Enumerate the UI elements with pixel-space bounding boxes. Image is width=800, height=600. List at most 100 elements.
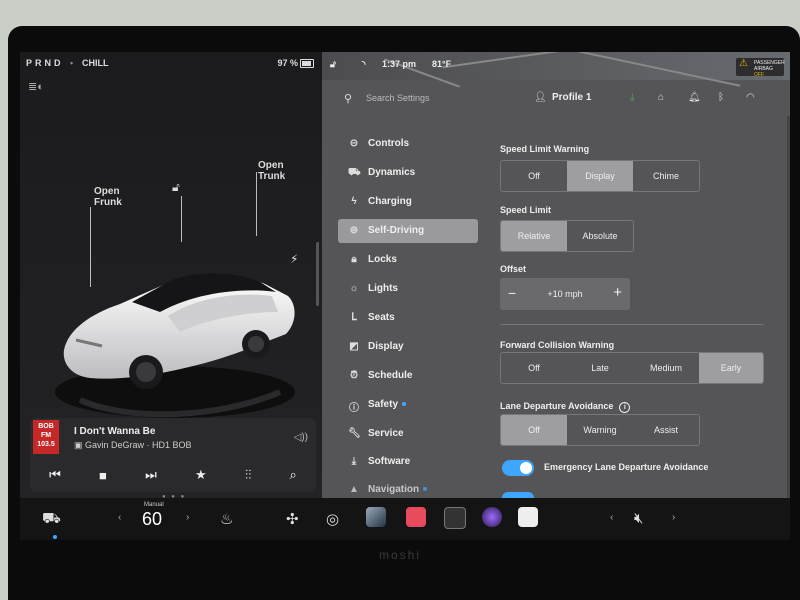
search-icon[interactable]: ⌕ [290,467,297,483]
lane-departure-selector: Off Warning Assist [500,414,700,446]
car-icon[interactable]: ⛟ [42,510,61,529]
clock-time: 1:37 pm [382,59,417,69]
gear-indicator: PRND [26,58,64,68]
offset-value: +10 mph [547,289,583,299]
temp-up-arrow[interactable]: › [186,512,189,523]
menu-item-display[interactable]: ◩ Display [338,335,478,359]
stop-icon[interactable]: ■ [99,468,107,483]
defrost-icon[interactable]: ◎ [326,510,339,528]
camera-app-icon[interactable] [482,507,502,527]
collision-off[interactable]: Off [501,353,567,383]
favorite-star-icon[interactable]: ★ [195,467,207,483]
drive-mode: CHILL [82,58,109,68]
info-icon: ⓘ [349,403,359,414]
speed-limit-absolute[interactable]: Absolute [567,221,633,251]
offset-label: Offset [500,264,527,274]
music-app-icon[interactable] [406,507,426,527]
menu-item-locks[interactable]: 🔒︎ Locks [338,248,478,272]
wifi-status-icon: ◝ [362,59,366,69]
menu-item-seats[interactable]: ᒪ Seats [338,306,478,330]
collision-early[interactable]: Early [699,353,763,383]
wifi-icon[interactable]: ◠ [746,92,755,103]
car-render [55,273,295,418]
lane-departure-off[interactable]: Off [501,415,567,445]
volume-up-arrow[interactable]: › [672,512,675,523]
navigation-label: Navigation [368,484,420,495]
battery-percent: 97 % [277,58,298,68]
open-frunk-button[interactable]: Open Frunk [94,186,122,208]
download-icon[interactable]: ⤓ [630,92,634,103]
lane-departure-warning[interactable]: Warning [567,415,633,445]
audio-output-icon[interactable]: ◁)) [294,432,308,443]
bell-icon[interactable]: 🔔︎ [688,92,701,103]
artist-text: Gavin DeGraw · HD1 BOB [85,440,192,450]
previous-track-icon[interactable]: ⏮︎ [49,467,61,483]
media-controls: ⏮︎ ■ ⏭︎ ★ ⫶⫶ ⌕ [30,462,316,488]
menu-item-self-driving[interactable]: ⊜ Self-Driving [338,219,478,243]
speed-warning-display[interactable]: Display [567,161,633,191]
speed-warning-chime[interactable]: Chime [633,161,699,191]
emergency-lane-toggle[interactable] [502,460,534,476]
settings-scrollbar[interactable] [787,116,790,498]
cabin-temperature[interactable]: 60 [142,509,162,530]
profile-button[interactable]: Profile 1 [552,92,591,103]
navigation-app-icon[interactable] [366,507,386,527]
next-track-icon[interactable]: ⏭︎ [145,467,157,483]
bluetooth-icon[interactable]: ᛒ [718,92,724,103]
vehicle-panel: PRND • CHILL 97 % ≣◐ Open Frunk Open Tru… [20,52,322,500]
menu-item-service[interactable]: 🔧︎ Service [338,422,478,446]
safety-label: Safety [368,399,399,410]
headlight-icon[interactable]: ≣◐ [28,80,44,93]
profile-icon[interactable]: 👤︎ [534,92,547,103]
song-title: I Don't Wanna Be [74,426,156,437]
download-icon: ⤓ [351,456,357,467]
seat-heater-icon[interactable]: ♨ [220,510,233,528]
separator-dot: • [70,58,74,68]
lane-departure-assist[interactable]: Assist [633,415,699,445]
panel-scroll-handle[interactable] [316,242,319,306]
menu-item-controls[interactable]: ⊝ Controls [338,132,478,156]
fan-icon[interactable]: ✣ [286,510,299,528]
speed-warning-off[interactable]: Off [501,161,567,191]
collision-late[interactable]: Late [567,353,633,383]
equalizer-icon[interactable]: ⫶⫶ [245,467,252,483]
seat-icon: ᒪ [351,312,357,323]
settings-header: ⚲ Search Settings 👤︎ Profile 1 ⤓ ⌂ 🔔︎ ᛒ … [322,80,790,116]
bolt-icon: ϟ [351,196,357,207]
offset-increase-button[interactable]: + [613,284,622,301]
info-icon[interactable]: i [619,402,631,413]
app-launcher-icon[interactable] [444,507,466,529]
speed-limit-warning-label: Speed Limit Warning [500,144,590,154]
unlock-icon[interactable]: 🔓︎ [172,180,180,195]
mute-icon[interactable]: 🔇︎ [634,510,643,527]
home-icon[interactable]: ⌂ [658,92,664,103]
menu-item-charging[interactable]: ϟ Charging [338,190,478,214]
outside-temperature: 81°F [432,59,452,69]
search-settings-input[interactable]: Search Settings [366,93,430,103]
volume-down-arrow[interactable]: ‹ [610,512,613,523]
battery-icon [300,59,314,68]
speed-limit-selector: Relative Absolute [500,220,634,252]
temp-down-arrow[interactable]: ‹ [118,512,121,523]
menu-item-lights[interactable]: ☼ Lights [338,277,478,301]
menu-item-safety[interactable]: ⓘ Safety [338,393,478,417]
calendar-app-icon[interactable] [518,507,538,527]
radio-icon: ▣ [74,440,86,450]
search-icon[interactable]: ⚲ [344,92,352,105]
menu-item-software[interactable]: ⤓ Software [338,450,478,474]
speed-limit-relative[interactable]: Relative [501,221,567,251]
song-artist: ▣ Gavin DeGraw · HD1 BOB [74,440,192,451]
touchscreen: PRND • CHILL 97 % ≣◐ Open Frunk Open Tru… [20,52,790,540]
settings-panel: 🔓︎ ◝ 1:37 pm 81°F ⚠ PASSENGER AIRBAG OFF… [322,52,790,498]
passenger-airbag-indicator: ⚠ PASSENGER AIRBAG OFF [736,58,785,78]
navigation-icon: ▲ [349,484,359,495]
menu-item-schedule[interactable]: ⏰︎ Schedule [338,364,478,388]
menu-item-dynamics[interactable]: ⛟ Dynamics [338,161,478,185]
speed-limit-warning-selector: Off Display Chime [500,160,700,192]
bottom-dock: ⛟ ‹ Manual 60 › ♨ ✣ ◎ ‹ 🔇︎ › [20,498,790,540]
media-player: BOB FM 103.5 I Don't Wanna Be ▣ Gavin De… [30,418,316,492]
sun-icon: ☼ [349,283,359,294]
open-trunk-button[interactable]: Open Trunk [258,160,285,182]
toggle-icon: ⊝ [349,138,359,149]
collision-medium[interactable]: Medium [633,353,699,383]
